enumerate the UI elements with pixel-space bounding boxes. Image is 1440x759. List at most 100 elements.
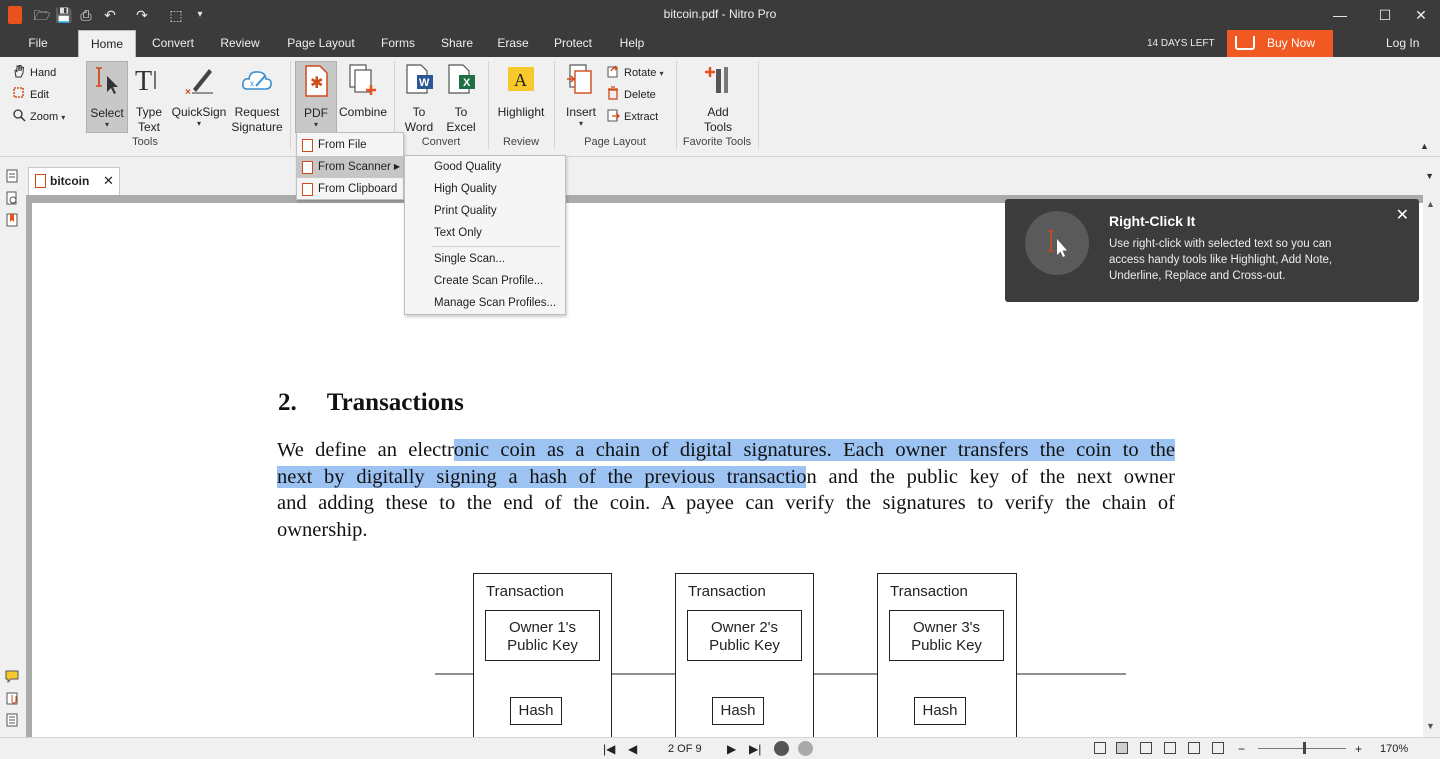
menu-item-create-scan-profile[interactable]: Create Scan Profile...: [434, 270, 543, 292]
previous-page-button[interactable]: ◀: [628, 740, 637, 758]
fields-panel-icon[interactable]: [5, 713, 19, 727]
fit-page-icon[interactable]: [1212, 742, 1224, 754]
right-click-tip-popup: Right-Click It Use right-click with sele…: [1005, 199, 1419, 302]
delete-pages-button[interactable]: Delete: [606, 85, 656, 105]
scroll-down-icon[interactable]: ▼: [1426, 721, 1435, 731]
facing-view-icon[interactable]: [1140, 742, 1152, 754]
tab-share[interactable]: Share: [434, 30, 480, 57]
scanner-icon: [302, 161, 313, 174]
tab-home[interactable]: Home: [78, 30, 136, 57]
scroll-up-icon[interactable]: ▲: [1426, 199, 1435, 209]
minimize-button[interactable]: —: [1325, 4, 1355, 26]
public-key-line: Owner 1's: [508, 619, 577, 636]
comments-panel-icon[interactable]: [5, 669, 19, 683]
menu-item-text-only[interactable]: Text Only: [434, 222, 482, 244]
request-signature-cloud-icon: x: [242, 71, 272, 90]
hand-tool-button[interactable]: Hand: [12, 63, 56, 83]
menu-item-high-quality[interactable]: High Quality: [434, 178, 497, 200]
svg-text:x: x: [250, 79, 254, 88]
tab-forms[interactable]: Forms: [372, 30, 424, 57]
menu-item-from-file[interactable]: From File: [297, 134, 403, 156]
extract-button[interactable]: Extract: [606, 107, 658, 127]
fullscreen-view-icon[interactable]: [1188, 742, 1200, 754]
add-tools-button[interactable]: Add Tools: [696, 61, 740, 135]
type-text-icon: T: [135, 66, 156, 97]
continuous-view-icon[interactable]: [1116, 742, 1128, 754]
close-tab-icon[interactable]: ✕: [103, 173, 114, 189]
first-page-button[interactable]: |◀: [603, 740, 615, 758]
tab-help[interactable]: Help: [612, 30, 652, 57]
close-window-button[interactable]: ✕: [1406, 4, 1436, 26]
menu-item-from-scanner[interactable]: From Scanner ▶: [297, 156, 403, 178]
search-panel-icon[interactable]: [5, 191, 19, 205]
collapse-ribbon-icon[interactable]: ▲: [1420, 141, 1429, 151]
select-button[interactable]: Select ▾: [86, 61, 128, 133]
to-excel-button[interactable]: X To Excel: [442, 61, 480, 135]
maximize-button[interactable]: ☐: [1370, 4, 1400, 26]
page-indicator[interactable]: 2 OF 9: [668, 740, 702, 758]
cart-icon: [1235, 36, 1255, 50]
highlight-label: Highlight: [497, 105, 545, 119]
zoom-tool-button[interactable]: Zoom ▾: [12, 107, 65, 127]
menu-item-from-clipboard[interactable]: From Clipboard: [297, 178, 403, 200]
tip-close-icon[interactable]: ✕: [1396, 205, 1409, 225]
combine-button[interactable]: Combine: [338, 61, 388, 120]
hand-icon: [14, 65, 25, 78]
review-group-label: Review: [502, 136, 540, 148]
zoom-in-button[interactable]: +: [1355, 740, 1362, 758]
excel-icon: X: [448, 64, 475, 94]
tab-overflow-icon[interactable]: ▼: [1425, 171, 1434, 181]
combine-label: Combine: [338, 105, 388, 119]
quicksign-button[interactable]: × QuickSign ▾: [170, 61, 228, 128]
log-in-link[interactable]: Log In: [1386, 30, 1419, 57]
ribbon: Hand Edit Zoom ▾ Select ▾ T Type Text × …: [0, 57, 1440, 157]
single-page-view-icon[interactable]: [1094, 742, 1106, 754]
page-layout-group-label: Page Layout: [584, 136, 646, 148]
facing-continuous-view-icon[interactable]: [1164, 742, 1176, 754]
tab-page-layout[interactable]: Page Layout: [280, 30, 362, 57]
highlight-button[interactable]: A Highlight: [493, 61, 549, 120]
rotate-button[interactable]: Rotate ▾: [606, 63, 664, 83]
attachments-panel-icon[interactable]: [5, 691, 19, 705]
edit-tool-button[interactable]: Edit: [12, 85, 49, 105]
tab-file[interactable]: File: [18, 30, 58, 57]
menu-item-print-quality[interactable]: Print Quality: [434, 200, 497, 222]
request-signature-button[interactable]: x Request Signature: [230, 61, 284, 135]
clipboard-icon: [302, 183, 313, 196]
vertical-scrollbar[interactable]: ▲ ▼: [1423, 195, 1440, 737]
svg-text:T: T: [135, 66, 152, 97]
menu-item-good-quality[interactable]: Good Quality: [434, 156, 501, 178]
menu-item-manage-scan-profiles[interactable]: Manage Scan Profiles...: [434, 292, 556, 314]
next-page-button[interactable]: ▶: [727, 740, 736, 758]
tab-convert[interactable]: Convert: [144, 30, 202, 57]
public-key-line: Owner 2's: [710, 619, 779, 636]
next-view-icon[interactable]: [798, 741, 813, 756]
public-key-line: Public Key: [911, 637, 982, 654]
scanner-submenu: Good Quality High Quality Print Quality …: [404, 155, 566, 315]
public-key-box: Owner 2's Public Key: [687, 610, 802, 661]
bookmarks-panel-icon[interactable]: [5, 213, 19, 227]
previous-view-icon[interactable]: [774, 741, 789, 756]
ribbon-separator: [290, 61, 291, 149]
zoom-slider-track[interactable]: [1258, 748, 1346, 749]
pdf-create-button[interactable]: ✱ PDF ▾: [295, 61, 337, 133]
pages-panel-icon[interactable]: [5, 169, 19, 183]
zoom-level[interactable]: 170%: [1380, 740, 1408, 758]
zoom-slider-handle[interactable]: [1303, 742, 1306, 754]
add-tools-label: Add Tools: [703, 105, 732, 134]
type-text-button[interactable]: T Type Text: [132, 61, 166, 135]
svg-text:×: ×: [185, 87, 191, 97]
menu-item-single-scan[interactable]: Single Scan...: [434, 248, 505, 270]
tab-erase[interactable]: Erase: [490, 30, 536, 57]
highlight-icon: A: [508, 67, 534, 91]
insert-button[interactable]: Insert ▾: [560, 61, 602, 128]
insert-label: Insert: [565, 105, 596, 119]
tab-protect[interactable]: Protect: [546, 30, 600, 57]
tab-review[interactable]: Review: [212, 30, 268, 57]
zoom-out-button[interactable]: −: [1238, 740, 1245, 758]
document-tab-bitcoin[interactable]: bitcoin ✕: [28, 167, 120, 195]
trial-days-left: 14 DAYS LEFT: [1147, 38, 1215, 49]
to-word-button[interactable]: W To Word: [400, 61, 438, 135]
buy-now-button[interactable]: Buy Now: [1227, 30, 1333, 57]
last-page-button[interactable]: ▶|: [749, 740, 761, 758]
